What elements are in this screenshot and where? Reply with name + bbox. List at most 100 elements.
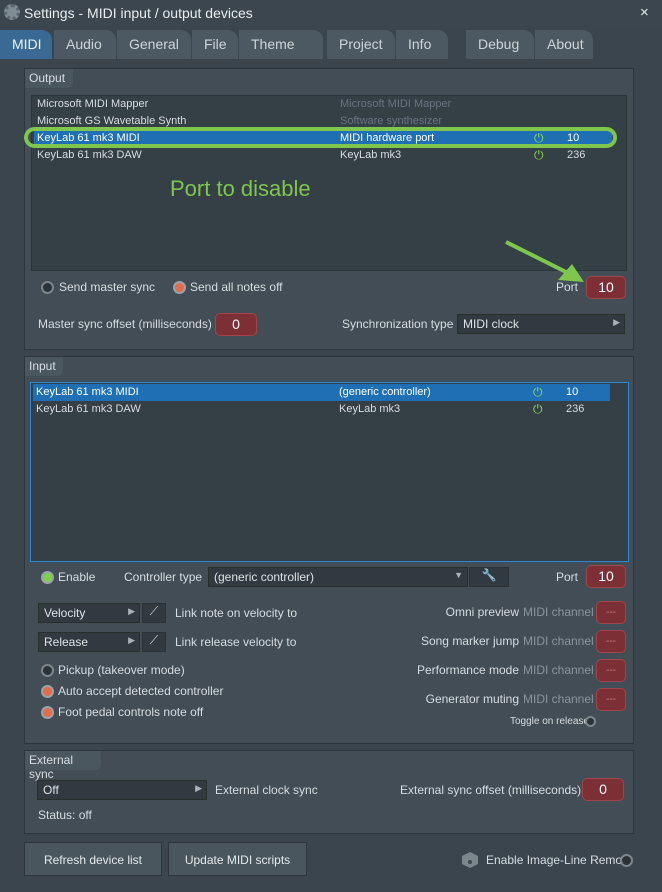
enable-radio[interactable] [41, 571, 54, 584]
output-header: Output [25, 69, 73, 88]
velocity-select[interactable]: Velocity ▶ [38, 603, 140, 623]
toggle-release-label: Toggle on release [510, 716, 589, 727]
midi-channel-label: MIDI channel [523, 692, 594, 706]
input-port-value[interactable]: 10 [586, 565, 626, 588]
chevron-right-icon: ▶ [128, 635, 135, 645]
auto-accept-radio[interactable] [41, 685, 54, 698]
device-name: KeyLab 61 mk3 DAW [37, 149, 142, 161]
input-panel: Input KeyLab 61 mk3 MIDI (generic contro… [24, 356, 634, 744]
controller-type-label: Controller type [124, 570, 203, 584]
tab-theme[interactable]: Theme [239, 30, 323, 59]
wrench-icon[interactable]: 🔧 [469, 567, 509, 587]
gear-icon [4, 4, 20, 20]
midi-channel-label: MIDI channel [523, 663, 594, 677]
song-marker-label: Song marker jump [420, 634, 519, 648]
device-port: 236 [566, 403, 585, 415]
tab-general[interactable]: General [117, 30, 191, 59]
power-icon[interactable]: ⏻ [533, 402, 543, 417]
generator-muting-value[interactable]: --- [596, 688, 626, 711]
release-select[interactable]: Release ▶ [38, 632, 140, 652]
external-offset-label: External sync offset (milliseconds) [400, 783, 582, 797]
input-header: Input [25, 357, 63, 376]
controller-type-select[interactable]: (generic controller) ▼ [208, 567, 468, 587]
list-item[interactable]: KeyLab 61 mk3 MIDI (generic controller) … [33, 384, 610, 401]
performance-mode-value[interactable]: --- [596, 659, 626, 682]
input-port-label: Port [556, 570, 579, 584]
omni-preview-value[interactable]: --- [596, 601, 626, 624]
device-name: KeyLab 61 mk3 MIDI [36, 386, 139, 398]
send-master-sync-radio[interactable] [41, 281, 54, 294]
list-item[interactable]: KeyLab 61 mk3 DAW KeyLab mk3 ⏻ 236 [33, 401, 610, 418]
device-type: KeyLab mk3 [339, 403, 401, 415]
foot-pedal-label: Foot pedal controls note off [58, 705, 204, 719]
output-panel: Output Microsoft MIDI Mapper Microsoft M… [24, 68, 634, 350]
title-bar: Settings - MIDI input / output devices × [0, 0, 662, 26]
device-name: Microsoft MIDI Mapper [37, 98, 149, 110]
external-sync-panel: External sync Off ▶ External clock sync … [24, 750, 634, 834]
performance-mode-label: Performance mode [416, 663, 519, 677]
pickup-label: Pickup (takeover mode) [58, 663, 185, 677]
remote-icon [462, 852, 478, 868]
link-release-icon[interactable]: ⟋ [142, 632, 166, 652]
auto-accept-label: Auto accept detected controller [58, 684, 224, 698]
send-all-notes-off-radio[interactable] [173, 281, 186, 294]
device-type: (generic controller) [339, 386, 431, 398]
tab-debug[interactable]: Debug [466, 30, 534, 59]
device-type: Software synthesizer [340, 115, 443, 127]
midi-channel-label: MIDI channel [523, 634, 594, 648]
enable-label: Enable [58, 570, 96, 584]
device-type: KeyLab mk3 [340, 149, 402, 161]
tab-info[interactable]: Info [396, 30, 448, 59]
toggle-release-radio[interactable] [585, 716, 596, 727]
tab-about[interactable]: About [535, 30, 593, 59]
external-clock-label: External clock sync [215, 783, 318, 797]
velocity-value: Velocity [44, 606, 86, 620]
power-icon[interactable]: ⏻ [533, 385, 543, 400]
link-release-label: Link release velocity to [175, 635, 297, 649]
power-icon[interactable]: ⏻ [534, 148, 544, 163]
tab-bar: MIDI Audio General File Theme Project In… [0, 30, 662, 60]
device-port: 236 [567, 149, 586, 161]
update-midi-scripts-button[interactable]: Update MIDI scripts [168, 842, 307, 876]
sync-type-label: Synchronization type [342, 317, 454, 331]
master-sync-offset-label: Master sync offset (milliseconds) [38, 317, 212, 331]
device-type: Microsoft MIDI Mapper [340, 98, 452, 110]
omni-preview-label: Omni preview [445, 605, 519, 619]
midi-channel-label: MIDI channel [523, 605, 594, 619]
window-title: Settings - MIDI input / output devices [24, 5, 253, 21]
external-sync-header: External sync [25, 751, 101, 781]
chevron-down-icon: ▼ [454, 570, 463, 580]
output-port-value[interactable]: 10 [586, 276, 626, 299]
list-item[interactable]: Microsoft MIDI Mapper Microsoft MIDI Map… [34, 96, 624, 113]
enable-remote-radio[interactable] [620, 854, 633, 867]
controller-type-value: (generic controller) [214, 570, 315, 584]
refresh-device-list-button[interactable]: Refresh device list [24, 842, 162, 876]
send-all-notes-off-label: Send all notes off [190, 280, 283, 294]
close-icon[interactable]: × [640, 4, 649, 21]
list-item[interactable]: KeyLab 61 mk3 DAW KeyLab mk3 ⏻ 236 [34, 147, 624, 164]
link-velocity-label: Link note on velocity to [175, 606, 298, 620]
master-sync-offset-value[interactable]: 0 [215, 313, 257, 336]
device-name: Microsoft GS Wavetable Synth [37, 115, 187, 127]
tab-file[interactable]: File [192, 30, 238, 59]
external-clock-value: Off [43, 783, 59, 797]
chevron-right-icon: ▶ [128, 606, 135, 616]
tab-project[interactable]: Project [327, 30, 395, 59]
external-offset-value[interactable]: 0 [582, 778, 624, 801]
sync-type-select[interactable]: MIDI clock ▶ [457, 314, 625, 334]
pickup-radio[interactable] [41, 664, 54, 677]
annotation-text: Port to disable [170, 176, 311, 201]
enable-remote-label: Enable Image-Line Remote [486, 853, 633, 867]
release-value: Release [44, 635, 89, 649]
tab-audio[interactable]: Audio [54, 30, 116, 59]
link-velocity-icon[interactable]: ⟋ [142, 603, 166, 623]
status-text: Status: off [38, 808, 92, 822]
input-device-list[interactable]: KeyLab 61 mk3 MIDI (generic controller) … [30, 382, 629, 562]
generator-muting-label: Generator muting [425, 692, 519, 706]
chevron-right-icon: ▶ [613, 317, 620, 327]
send-master-sync-label: Send master sync [59, 280, 156, 294]
foot-pedal-radio[interactable] [41, 706, 54, 719]
external-clock-select[interactable]: Off ▶ [37, 780, 207, 800]
tab-midi[interactable]: MIDI [0, 30, 52, 59]
song-marker-value[interactable]: --- [596, 630, 626, 653]
